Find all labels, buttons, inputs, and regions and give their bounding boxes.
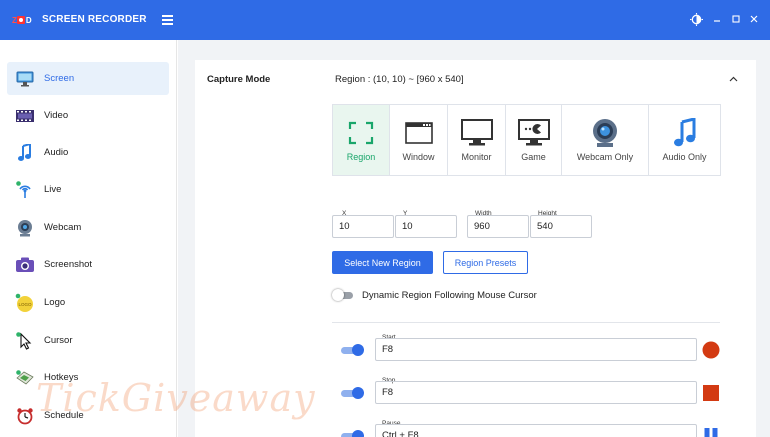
- sidebar: Screen Video Audio Live Webcam Screensho…: [0, 40, 177, 437]
- select-new-region-button[interactable]: Select New Region: [332, 251, 433, 274]
- close-icon[interactable]: [747, 12, 761, 26]
- mode-audio-only[interactable]: Audio Only: [649, 105, 720, 175]
- title-bar: ZD SCREEN RECORDER: [0, 0, 770, 40]
- svg-text:LOGO: LOGO: [18, 302, 32, 307]
- camera-icon: [15, 255, 35, 275]
- logo-badge-icon: LOGO: [15, 293, 35, 313]
- divider: [332, 322, 720, 323]
- maximize-icon[interactable]: [729, 12, 743, 26]
- broadcast-icon: [15, 180, 35, 200]
- capture-mode-selector: Region Window Monitor Game Webcam Only A…: [332, 104, 721, 176]
- app-title: SCREEN RECORDER: [42, 14, 147, 25]
- scrollbar[interactable]: [765, 40, 770, 437]
- sidebar-item-screenshot[interactable]: Screenshot: [7, 248, 169, 281]
- mode-window[interactable]: Window: [390, 105, 448, 175]
- music-note-icon: [669, 117, 701, 147]
- sidebar-item-cursor[interactable]: Cursor: [7, 324, 169, 357]
- width-input[interactable]: 960: [467, 215, 529, 238]
- sidebar-item-webcam[interactable]: Webcam: [7, 211, 169, 244]
- menu-icon[interactable]: [162, 15, 173, 25]
- stop-hotkey-input[interactable]: F8: [375, 381, 697, 404]
- sidebar-item-live[interactable]: Live: [7, 173, 169, 206]
- capture-mode-label: Capture Mode: [207, 74, 271, 85]
- webcam-icon: [15, 218, 35, 238]
- dynamic-region-label: Dynamic Region Following Mouse Cursor: [362, 290, 537, 301]
- pause-hotkey-toggle[interactable]: [341, 430, 364, 437]
- cursor-icon: [15, 331, 35, 351]
- mode-monitor[interactable]: Monitor: [448, 105, 506, 175]
- height-input[interactable]: 540: [530, 215, 592, 238]
- start-hotkey-toggle[interactable]: [341, 344, 364, 356]
- dynamic-region-toggle[interactable]: [332, 289, 354, 301]
- region-presets-button[interactable]: Region Presets: [443, 251, 528, 274]
- sidebar-item-hotkeys[interactable]: Hotkeys: [7, 361, 169, 394]
- start-hotkey-input[interactable]: F8: [375, 338, 697, 361]
- theme-icon[interactable]: [689, 12, 703, 26]
- minimize-icon[interactable]: [710, 12, 724, 26]
- app-logo: ZD: [12, 15, 32, 25]
- alarm-clock-icon: [15, 406, 35, 426]
- film-icon: [15, 106, 35, 126]
- webcam-icon: [589, 118, 621, 147]
- pause-icon: [701, 426, 721, 437]
- mode-game[interactable]: Game: [506, 105, 562, 175]
- chevron-up-icon[interactable]: [729, 74, 738, 84]
- pause-hotkey-input[interactable]: Ctrl + F8: [375, 424, 697, 437]
- main-area: Capture Mode Region : (10, 10) ~ [960 x …: [178, 40, 765, 437]
- sidebar-item-audio[interactable]: Audio: [7, 136, 169, 169]
- region-icon: [345, 119, 377, 147]
- monitor-icon: [460, 118, 493, 147]
- mode-webcam-only[interactable]: Webcam Only: [562, 105, 649, 175]
- region-info: Region : (10, 10) ~ [960 x 540]: [335, 74, 464, 85]
- mode-region[interactable]: Region: [333, 105, 390, 175]
- stop-icon: [701, 383, 721, 403]
- y-input[interactable]: 10: [395, 215, 457, 238]
- sidebar-item-logo[interactable]: LOGO Logo: [7, 286, 169, 319]
- window-icon: [403, 119, 435, 147]
- sidebar-item-schedule[interactable]: Schedule: [7, 399, 169, 432]
- record-icon: [701, 340, 721, 360]
- x-input[interactable]: 10: [332, 215, 394, 238]
- game-icon: [517, 118, 550, 147]
- capture-panel: Capture Mode Region : (10, 10) ~ [960 x …: [195, 60, 756, 437]
- keyboard-icon: [15, 368, 35, 388]
- stop-hotkey-toggle[interactable]: [341, 387, 364, 399]
- music-note-icon: [15, 143, 35, 163]
- monitor-icon: [15, 69, 35, 89]
- sidebar-item-screen[interactable]: Screen: [7, 62, 169, 95]
- sidebar-item-video[interactable]: Video: [7, 99, 169, 132]
